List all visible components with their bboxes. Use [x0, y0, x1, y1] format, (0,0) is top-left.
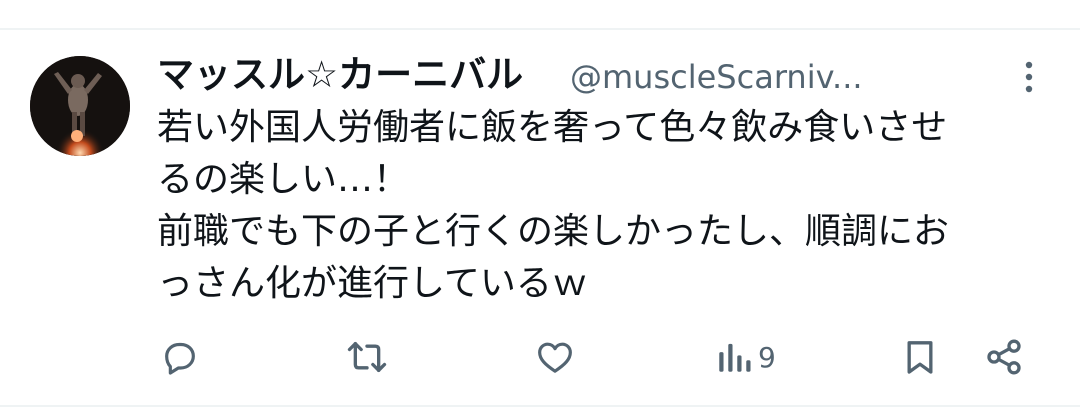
bookmark-icon — [900, 337, 940, 377]
tweet-text-line: るの楽しい…！ — [157, 159, 410, 200]
tweet-text-line: 若い外国人労働者に飯を奢って色々飲み食いさせ — [157, 107, 948, 148]
tweet-text: 若い外国人労働者に飯を奢って色々飲み食いさせ るの楽しい…！ 前職でも下の子と行… — [157, 102, 1047, 310]
views-icon — [716, 337, 752, 377]
like-button[interactable] — [535, 334, 575, 380]
reply-button[interactable] — [160, 334, 200, 380]
user-handle[interactable]: @muscleScarniv... — [570, 54, 863, 98]
bookmark-button[interactable] — [900, 334, 940, 380]
avatar[interactable] — [30, 56, 130, 156]
bottom-divider — [0, 405, 1080, 407]
reply-icon — [160, 337, 200, 377]
retweet-icon — [345, 337, 389, 377]
heart-icon — [535, 337, 575, 377]
views-count: 9 — [758, 340, 776, 374]
views-button[interactable]: 9 — [716, 334, 776, 380]
share-icon — [983, 337, 1025, 377]
tweet-text-line: 前職でも下の子と行くの楽しかったし、順調にお — [157, 211, 950, 252]
tweet-header: マッスル☆カーニバル @muscleScarniv... · 7分 — [157, 52, 1007, 98]
more-options-icon[interactable] — [1014, 58, 1044, 96]
tweet-text-line: っさん化が進行しているｗ — [157, 263, 588, 304]
retweet-button[interactable] — [345, 334, 389, 380]
share-button[interactable] — [983, 334, 1025, 380]
display-name[interactable]: マッスル☆カーニバル — [157, 52, 523, 98]
top-divider — [0, 28, 1080, 30]
